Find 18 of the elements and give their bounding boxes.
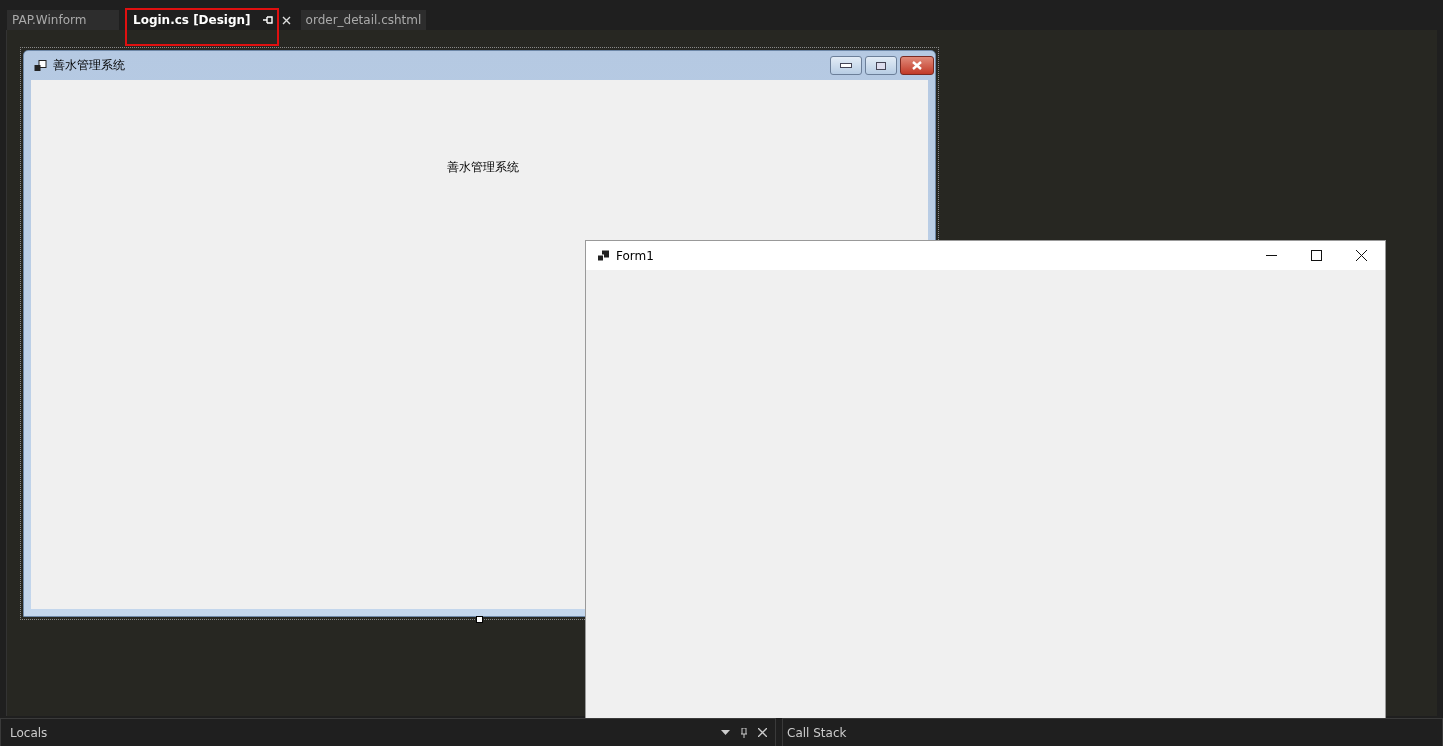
minimize-button[interactable]	[830, 56, 862, 75]
form-label: 善水管理系统	[446, 159, 519, 175]
close-icon	[911, 61, 923, 70]
dropdown-icon[interactable]	[721, 730, 730, 735]
window-title: Form1	[616, 248, 654, 263]
panel-title: Locals	[10, 725, 48, 740]
app-icon	[597, 249, 610, 262]
document-tab[interactable]: order_detail.cshtml	[300, 10, 427, 30]
document-tab[interactable]: PAP.Winform	[7, 10, 119, 30]
maximize-icon[interactable]	[1311, 250, 1322, 261]
resize-handle[interactable]	[476, 616, 483, 623]
close-icon[interactable]	[1356, 250, 1367, 261]
restore-button[interactable]	[865, 56, 897, 75]
close-button[interactable]	[900, 56, 934, 75]
pin-icon[interactable]	[740, 727, 748, 738]
window-title: 善水管理系统	[53, 57, 125, 74]
panel-title: Call Stack	[787, 725, 847, 740]
app-icon	[34, 59, 47, 72]
